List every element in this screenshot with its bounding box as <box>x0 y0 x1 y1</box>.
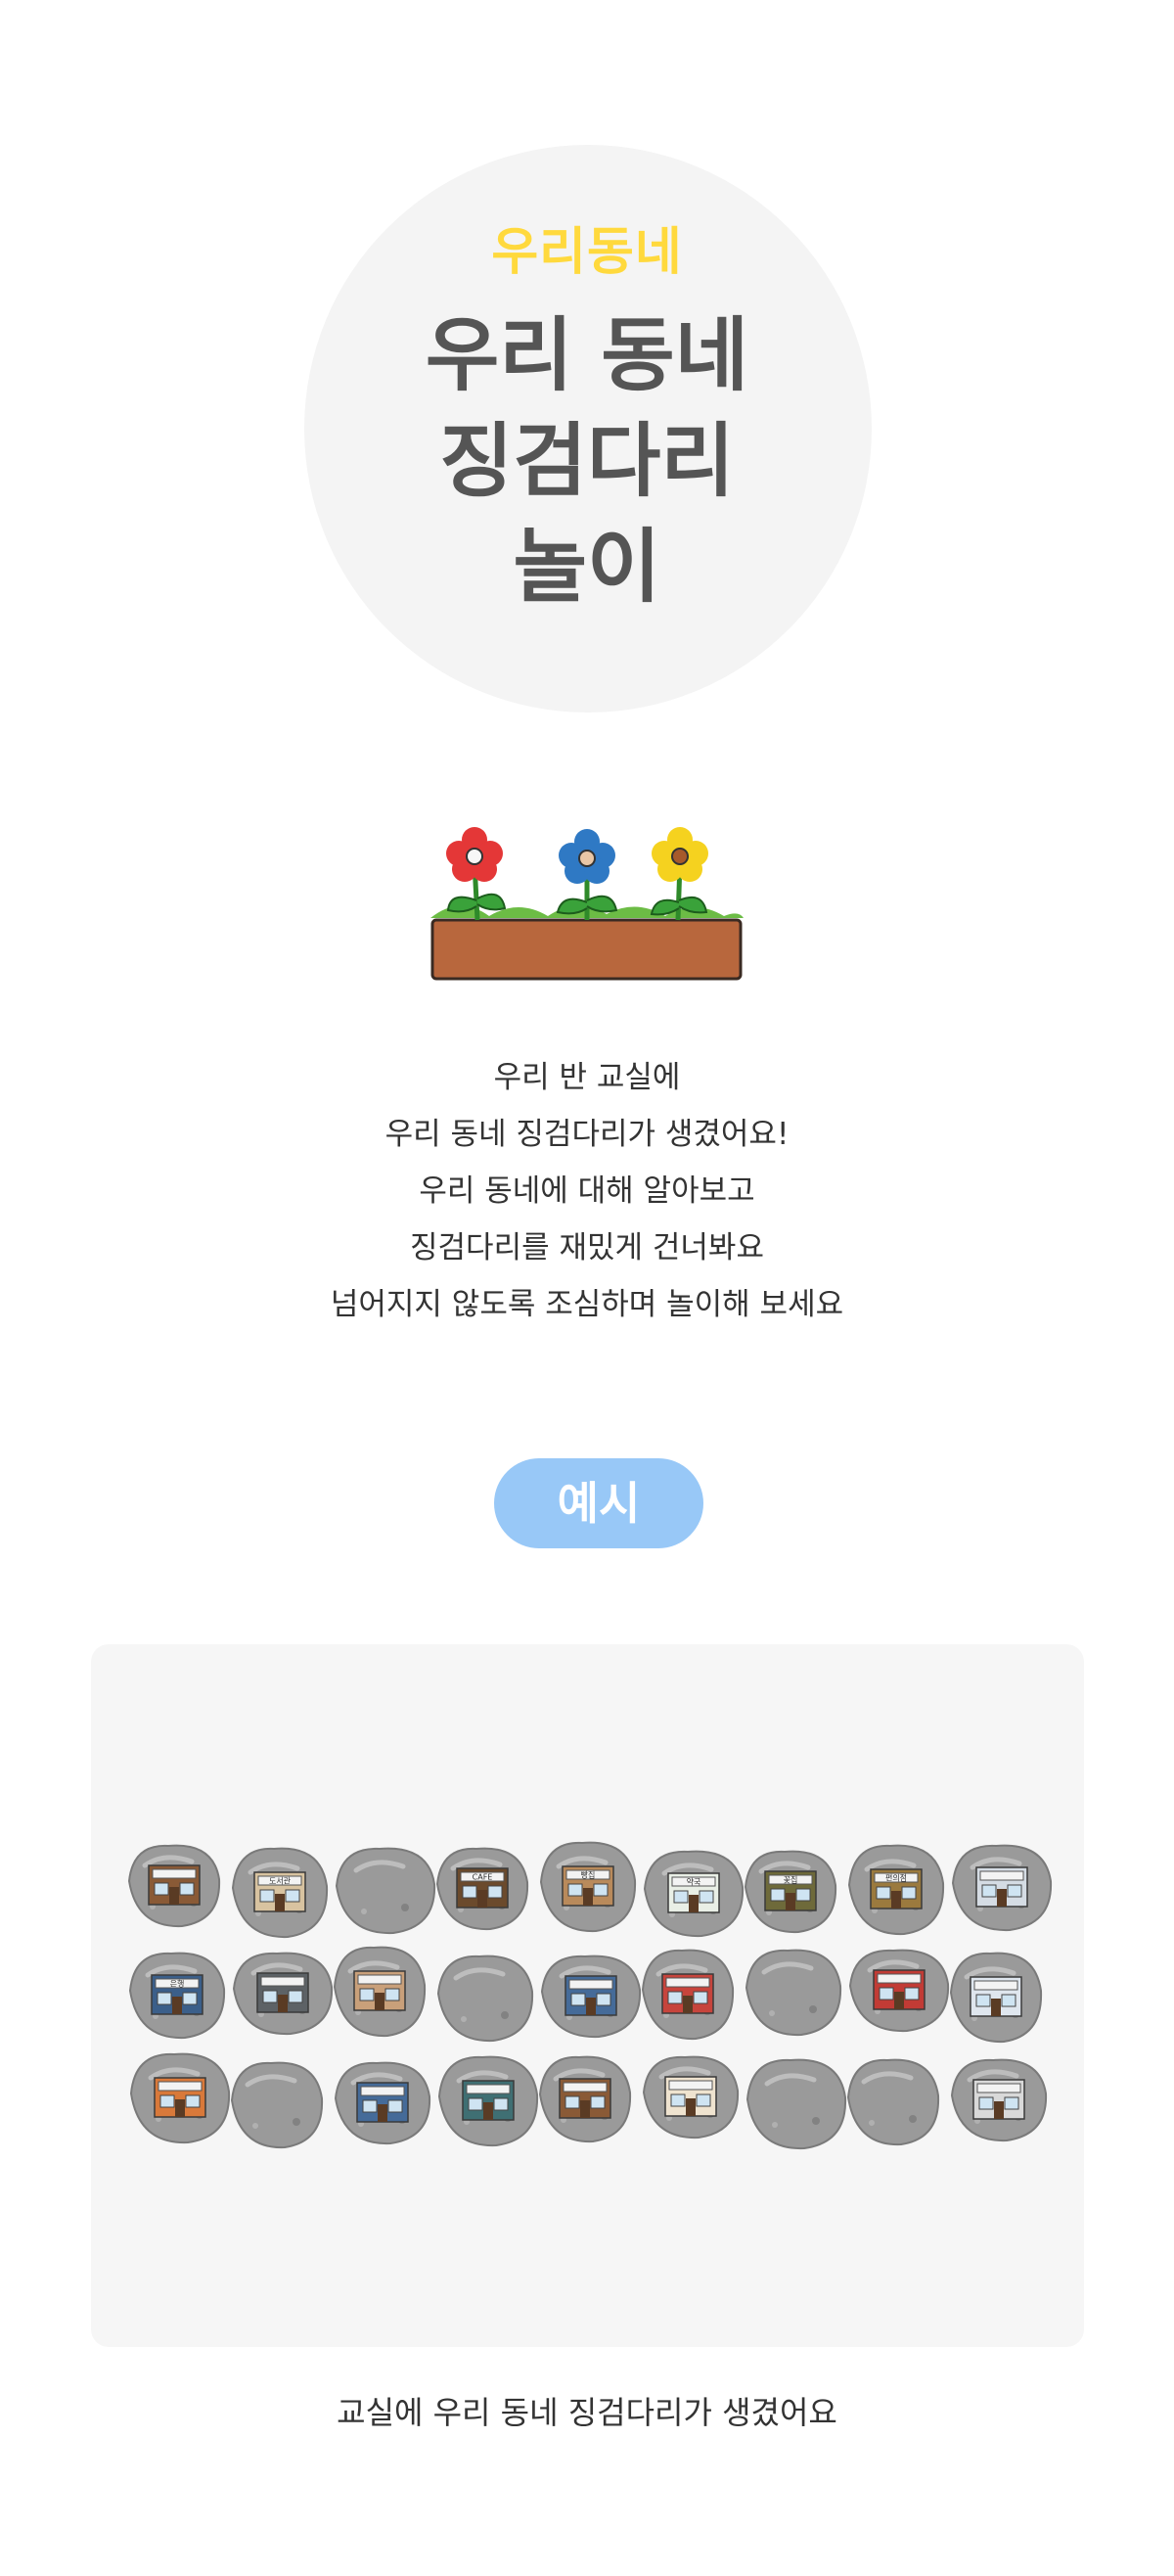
flower-planter-illustration <box>430 827 744 981</box>
building-icon <box>559 2078 611 2119</box>
building-icon <box>970 1976 1022 2017</box>
building-sign: 은행 <box>170 1979 185 1989</box>
yellow-flower <box>650 827 708 921</box>
stepping-stone <box>333 1946 427 2038</box>
intro-line: 넘어지지 않도록 조심하며 놀이해 보세요 <box>330 1287 844 1322</box>
stepping-stone: 도서관 <box>231 1847 329 1939</box>
stepping-stone <box>642 2055 740 2139</box>
stepping-stone <box>436 1955 534 2043</box>
stepping-stone <box>848 1949 950 2033</box>
stepping-stone <box>335 1847 436 1935</box>
intro-line: 우리 동네에 대해 알아보고 <box>419 1173 755 1209</box>
red-flower <box>446 827 507 921</box>
stepping-stone <box>745 2058 847 2150</box>
stepping-stone <box>951 1844 1053 1932</box>
building-icon <box>356 2082 409 2123</box>
building-icon <box>972 2079 1025 2120</box>
stepping-stone <box>641 1949 735 2041</box>
stepping-stone <box>437 2055 539 2147</box>
stepping-stone <box>950 2058 1048 2142</box>
stepping-stone <box>540 1955 642 2039</box>
stepping-stone: 편의점 <box>847 1844 945 1936</box>
stepping-stone <box>232 1952 334 2036</box>
stepping-stone: 빵집 <box>539 1841 637 1933</box>
example-panel: 도서관 CAFE 빵집약국 꽃집 편의점은행 <box>91 1644 1084 2347</box>
stepping-stones-illustration: 도서관 CAFE 빵집약국 꽃집 편의점은행 <box>127 1841 1053 2150</box>
building-sign: CAFE <box>473 1873 493 1882</box>
example-caption: 교실에 우리 동네 징검다리가 생겼어요 <box>337 2394 837 2431</box>
building-sign: 도서관 <box>269 1876 292 1886</box>
building-sign: 편의점 <box>885 1873 907 1883</box>
building-icon <box>256 1972 309 2013</box>
building-icon <box>975 1866 1028 1908</box>
planter-box <box>430 918 743 981</box>
stepping-stone <box>846 2058 940 2146</box>
intro-line: 징검다리를 재밌게 건너봐요 <box>410 1230 764 1265</box>
stepping-stone <box>745 1949 842 2037</box>
intro-line: 우리 반 교실에 <box>493 1060 681 1095</box>
building-icon <box>353 1970 406 2011</box>
blue-flower <box>556 829 618 920</box>
page-title: 우리 동네 징검다리 놀이 <box>0 303 1174 621</box>
title-line: 우리 동네 <box>425 309 749 402</box>
stepping-stone <box>129 2052 231 2144</box>
stepping-stone <box>127 1844 221 1928</box>
building-icon <box>664 2076 717 2117</box>
stepping-stone: 약국 <box>643 1850 745 1938</box>
building-icon <box>661 1973 714 2014</box>
building-icon <box>148 1864 201 1906</box>
title-line: 놀이 <box>513 521 661 614</box>
stepping-stone: CAFE <box>435 1847 529 1931</box>
building-icon <box>462 2080 515 2121</box>
building-icon <box>873 1969 926 2010</box>
stepping-stone <box>538 2055 632 2143</box>
building-sign: 빵집 <box>581 1870 596 1880</box>
stepping-stone: 은행 <box>128 1952 226 2040</box>
building-sign: 꽃집 <box>784 1875 798 1885</box>
stepping-stone: 꽃집 <box>744 1850 837 1934</box>
example-badge: 예시 <box>494 1458 703 1548</box>
stepping-stone <box>334 2061 431 2145</box>
stepping-stone <box>230 2061 324 2149</box>
building-sign: 약국 <box>687 1877 701 1887</box>
intro-text: 우리 반 교실에 우리 동네 징검다리가 생겼어요! 우리 동네에 대해 알아보… <box>0 1049 1174 1333</box>
hero-tag: 우리동네 <box>491 223 683 282</box>
building-icon <box>154 2077 206 2118</box>
building-icon <box>564 1975 617 2016</box>
intro-line: 우리 동네 징검다리가 생겼어요! <box>384 1117 790 1152</box>
stepping-stone <box>949 1952 1043 2044</box>
title-line: 징검다리 <box>439 415 735 508</box>
